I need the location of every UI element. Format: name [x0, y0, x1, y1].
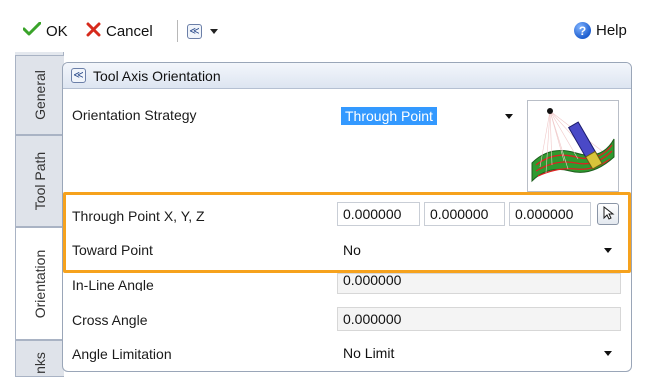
- panel-title: Tool Axis Orientation: [93, 67, 221, 84]
- tab-label: General: [32, 70, 48, 120]
- tab-orientation[interactable]: Orientation: [15, 227, 65, 340]
- cross-angle-input[interactable]: 0.000000: [337, 307, 621, 331]
- angle-limitation-label: Angle Limitation: [72, 346, 172, 362]
- in-line-angle-input[interactable]: 0.000000: [337, 271, 621, 294]
- help-icon: ?: [574, 22, 591, 39]
- through-point-y-input[interactable]: 0.000000: [424, 202, 505, 226]
- cancel-label: Cancel: [106, 23, 153, 40]
- tab-general[interactable]: General: [15, 55, 64, 135]
- tab-links[interactable]: nks: [15, 340, 64, 377]
- chevron-down-icon: [210, 29, 218, 34]
- tool-axis-preview-image: [527, 100, 619, 192]
- orientation-strategy-value: Through Point: [341, 107, 437, 125]
- through-point-label: Through Point X, Y, Z: [72, 208, 205, 224]
- toolbar: OK Cancel ≪ ? Help: [0, 0, 647, 52]
- toward-point-value: No: [343, 242, 361, 258]
- chevron-down-icon: [604, 248, 612, 253]
- collapse-menu-button[interactable]: ≪: [187, 24, 218, 39]
- panel-header[interactable]: ≪ Tool Axis Orientation: [63, 63, 631, 89]
- cancel-button[interactable]: Cancel: [86, 22, 153, 41]
- check-icon: [22, 21, 42, 40]
- toward-point-select[interactable]: No: [337, 238, 621, 262]
- tab-label: Tool Path: [32, 151, 48, 211]
- in-line-angle-value: 0.000000: [343, 271, 402, 288]
- angle-limitation-value: No Limit: [343, 345, 395, 361]
- double-chevron-icon: ≪: [187, 24, 202, 39]
- chevron-down-icon: [505, 114, 513, 119]
- angle-limitation-select[interactable]: No Limit: [337, 341, 621, 365]
- toward-point-label: Toward Point: [72, 242, 153, 258]
- through-point-z-input[interactable]: 0.000000: [509, 202, 591, 226]
- orientation-strategy-label: Orientation Strategy: [72, 107, 197, 123]
- help-button[interactable]: ? Help: [574, 22, 627, 39]
- tab-label: nks: [31, 351, 48, 374]
- chevron-down-icon: [604, 351, 612, 356]
- help-label: Help: [596, 22, 627, 39]
- pick-point-button[interactable]: [597, 203, 619, 225]
- x-icon: [86, 22, 101, 41]
- through-point-x-input[interactable]: 0.000000: [337, 202, 420, 226]
- ok-label: OK: [46, 22, 68, 40]
- orientation-strategy-select[interactable]: Through Point: [338, 104, 522, 128]
- double-chevron-icon[interactable]: ≪: [71, 68, 86, 83]
- cursor-pick-icon: [601, 205, 615, 223]
- tab-tool-path[interactable]: Tool Path: [15, 135, 64, 227]
- ok-button[interactable]: OK: [22, 21, 68, 40]
- toolbar-separator: [177, 20, 178, 42]
- in-line-angle-label: In-Line Angle: [72, 277, 154, 291]
- cross-angle-label: Cross Angle: [72, 312, 148, 328]
- tab-label: Orientation: [32, 249, 49, 318]
